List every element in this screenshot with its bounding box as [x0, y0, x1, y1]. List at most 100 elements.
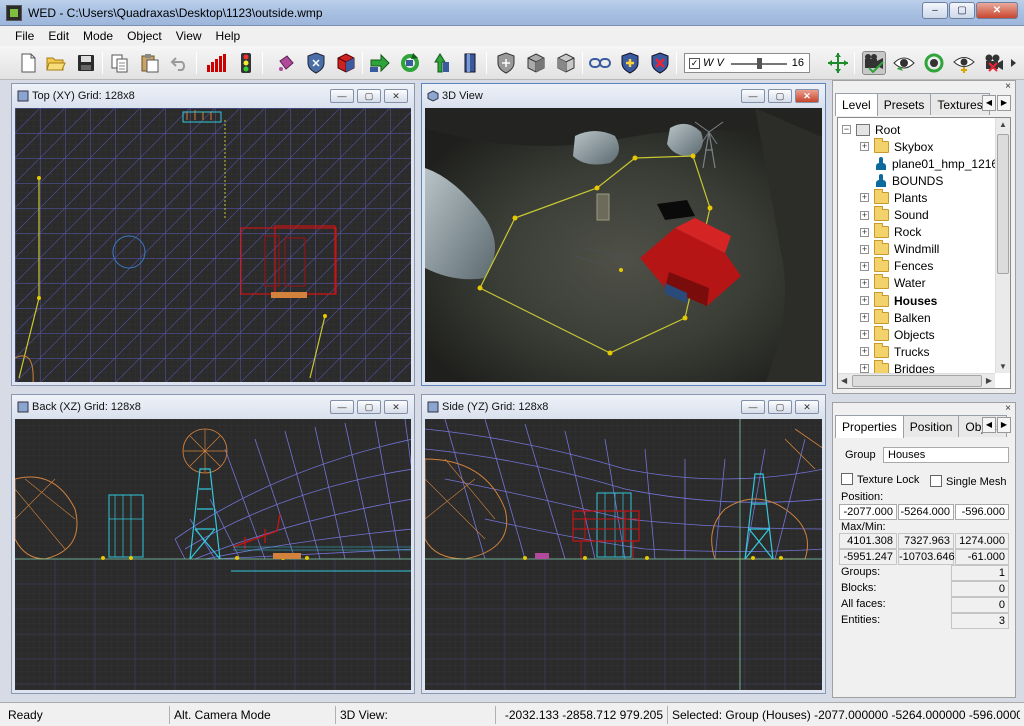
view-depth-checkbox[interactable]: ✓: [689, 58, 700, 69]
back-viewport-canvas[interactable]: [15, 419, 411, 690]
tree-item[interactable]: + Trucks: [860, 342, 930, 360]
tree-vertical-scrollbar[interactable]: ▲ ▼: [995, 118, 1010, 373]
tab-scroll-right-icon[interactable]: ▶: [997, 95, 1011, 111]
3d-viewport-maximize[interactable]: ▢: [768, 89, 792, 103]
level-panel-close[interactable]: ×: [1005, 81, 1011, 92]
traffic-light-icon[interactable]: [234, 51, 258, 75]
tab-scroll-left-icon[interactable]: ◀: [982, 417, 996, 433]
3d-viewport-minimize[interactable]: —: [741, 89, 765, 103]
tree-scroll-thumb[interactable]: [997, 134, 1009, 274]
view-depth-control[interactable]: ✓ W V 16: [684, 53, 810, 73]
tab-properties[interactable]: Properties: [835, 415, 904, 438]
arrow-right-green-icon[interactable]: [368, 51, 392, 75]
side-viewport[interactable]: Side (YZ) Grid: 128x8 — ▢ ✕: [421, 394, 826, 694]
tree-item[interactable]: + Houses: [860, 291, 937, 309]
column-blue-icon[interactable]: [458, 51, 482, 75]
rotate-green-icon[interactable]: [398, 51, 422, 75]
tree-item[interactable]: + Windmill: [860, 240, 939, 258]
tree-item[interactable]: + Skybox: [860, 137, 933, 155]
expand-icon[interactable]: +: [860, 296, 869, 305]
paint-bucket-icon[interactable]: [274, 51, 298, 75]
shield-gray-icon[interactable]: [494, 51, 518, 75]
top-viewport-canvas[interactable]: [15, 108, 411, 382]
scroll-left-icon[interactable]: ◀: [841, 376, 847, 385]
minimize-button[interactable]: –: [922, 2, 948, 19]
position-z-field[interactable]: -596.000: [955, 504, 1009, 520]
undo-icon[interactable]: [168, 51, 192, 75]
level-tree[interactable]: − Root + Skybox plane01_hmp_1216 BOUNDS + Plant…: [837, 117, 1011, 389]
menu-file[interactable]: File: [8, 26, 41, 46]
expand-icon[interactable]: +: [860, 210, 869, 220]
link-chain-icon[interactable]: [588, 51, 612, 75]
top-viewport[interactable]: Top (XY) Grid: 128x8 — ▢ ✕: [11, 83, 415, 386]
scroll-up-icon[interactable]: ▲: [999, 120, 1007, 129]
3d-viewport-close[interactable]: ✕: [795, 89, 819, 103]
maximize-button[interactable]: ▢: [949, 2, 975, 19]
3d-viewport[interactable]: 3D View — ▢ ✕: [421, 83, 826, 386]
group-name-field[interactable]: Houses: [883, 447, 1009, 463]
new-file-icon[interactable]: [16, 51, 40, 75]
menu-mode[interactable]: Mode: [76, 26, 120, 46]
top-viewport-minimize[interactable]: —: [330, 89, 354, 103]
tree-item[interactable]: + Sound: [860, 206, 929, 224]
tree-item[interactable]: − Root: [842, 121, 900, 138]
expand-icon[interactable]: +: [860, 244, 869, 254]
back-viewport-minimize[interactable]: —: [330, 400, 354, 414]
movie-camera-icon[interactable]: [982, 51, 1006, 75]
camera-icon[interactable]: [862, 51, 886, 75]
back-viewport[interactable]: Back (XZ) Grid: 128x8 — ▢ ✕: [11, 394, 415, 694]
eye-orbit-icon[interactable]: [922, 51, 946, 75]
shield-add-icon[interactable]: [618, 51, 642, 75]
expand-icon[interactable]: +: [860, 261, 869, 271]
texture-lock-checkbox[interactable]: [841, 473, 853, 485]
shield-remove-icon[interactable]: [648, 51, 672, 75]
shield-blue-icon[interactable]: [304, 51, 328, 75]
menu-edit[interactable]: Edit: [41, 26, 76, 46]
expand-icon[interactable]: +: [860, 347, 869, 357]
back-viewport-close[interactable]: ✕: [384, 400, 408, 414]
expand-icon[interactable]: +: [860, 313, 869, 323]
tab-level[interactable]: Level: [835, 93, 878, 116]
move-cross-icon[interactable]: [826, 51, 850, 75]
top-viewport-maximize[interactable]: ▢: [357, 89, 381, 103]
tree-hscroll-thumb[interactable]: [852, 375, 982, 387]
cube-red-icon[interactable]: [334, 51, 358, 75]
tab-scroll-left-icon[interactable]: ◀: [982, 95, 996, 111]
toolbar-overflow-icon[interactable]: [1008, 51, 1020, 75]
side-viewport-close[interactable]: ✕: [795, 400, 819, 414]
cube-gray-outline-icon[interactable]: [554, 51, 578, 75]
bar-chart-icon[interactable]: [204, 51, 228, 75]
tab-presets[interactable]: Presets: [876, 93, 932, 115]
eye-walk-icon[interactable]: [892, 51, 916, 75]
expand-icon[interactable]: +: [860, 142, 869, 152]
tree-item[interactable]: + Balken: [860, 308, 931, 326]
tree-horizontal-scrollbar[interactable]: ◀ ▶: [838, 373, 995, 388]
scroll-down-icon[interactable]: ▼: [999, 362, 1007, 371]
scroll-right-icon[interactable]: ▶: [986, 376, 992, 385]
paste-icon[interactable]: [138, 51, 162, 75]
expand-icon[interactable]: +: [860, 193, 869, 203]
tree-item[interactable]: + Fences: [860, 257, 933, 275]
arrow-up-green-icon[interactable]: [428, 51, 452, 75]
top-viewport-close[interactable]: ✕: [384, 89, 408, 103]
tree-item[interactable]: + Plants: [860, 188, 927, 206]
position-y-field[interactable]: -5264.000: [898, 504, 954, 520]
tree-item[interactable]: plane01_hmp_1216: [860, 155, 998, 172]
depth-slider-thumb[interactable]: [757, 58, 762, 69]
expand-icon[interactable]: +: [860, 330, 869, 340]
copy-icon[interactable]: [108, 51, 132, 75]
side-viewport-canvas[interactable]: [425, 419, 822, 690]
cube-gray-icon[interactable]: [524, 51, 548, 75]
tree-item[interactable]: BOUNDS: [860, 172, 943, 189]
expand-icon[interactable]: +: [860, 227, 869, 237]
tab-textures[interactable]: Textures: [930, 93, 990, 115]
expand-icon[interactable]: +: [860, 278, 869, 288]
tree-item[interactable]: + Water: [860, 274, 926, 292]
back-viewport-maximize[interactable]: ▢: [357, 400, 381, 414]
open-folder-icon[interactable]: [44, 51, 68, 75]
menu-help[interactable]: Help: [209, 26, 248, 46]
collapse-icon[interactable]: −: [842, 125, 851, 134]
tree-item[interactable]: + Rock: [860, 223, 921, 241]
3d-viewport-canvas[interactable]: [425, 108, 822, 382]
side-viewport-minimize[interactable]: —: [741, 400, 765, 414]
